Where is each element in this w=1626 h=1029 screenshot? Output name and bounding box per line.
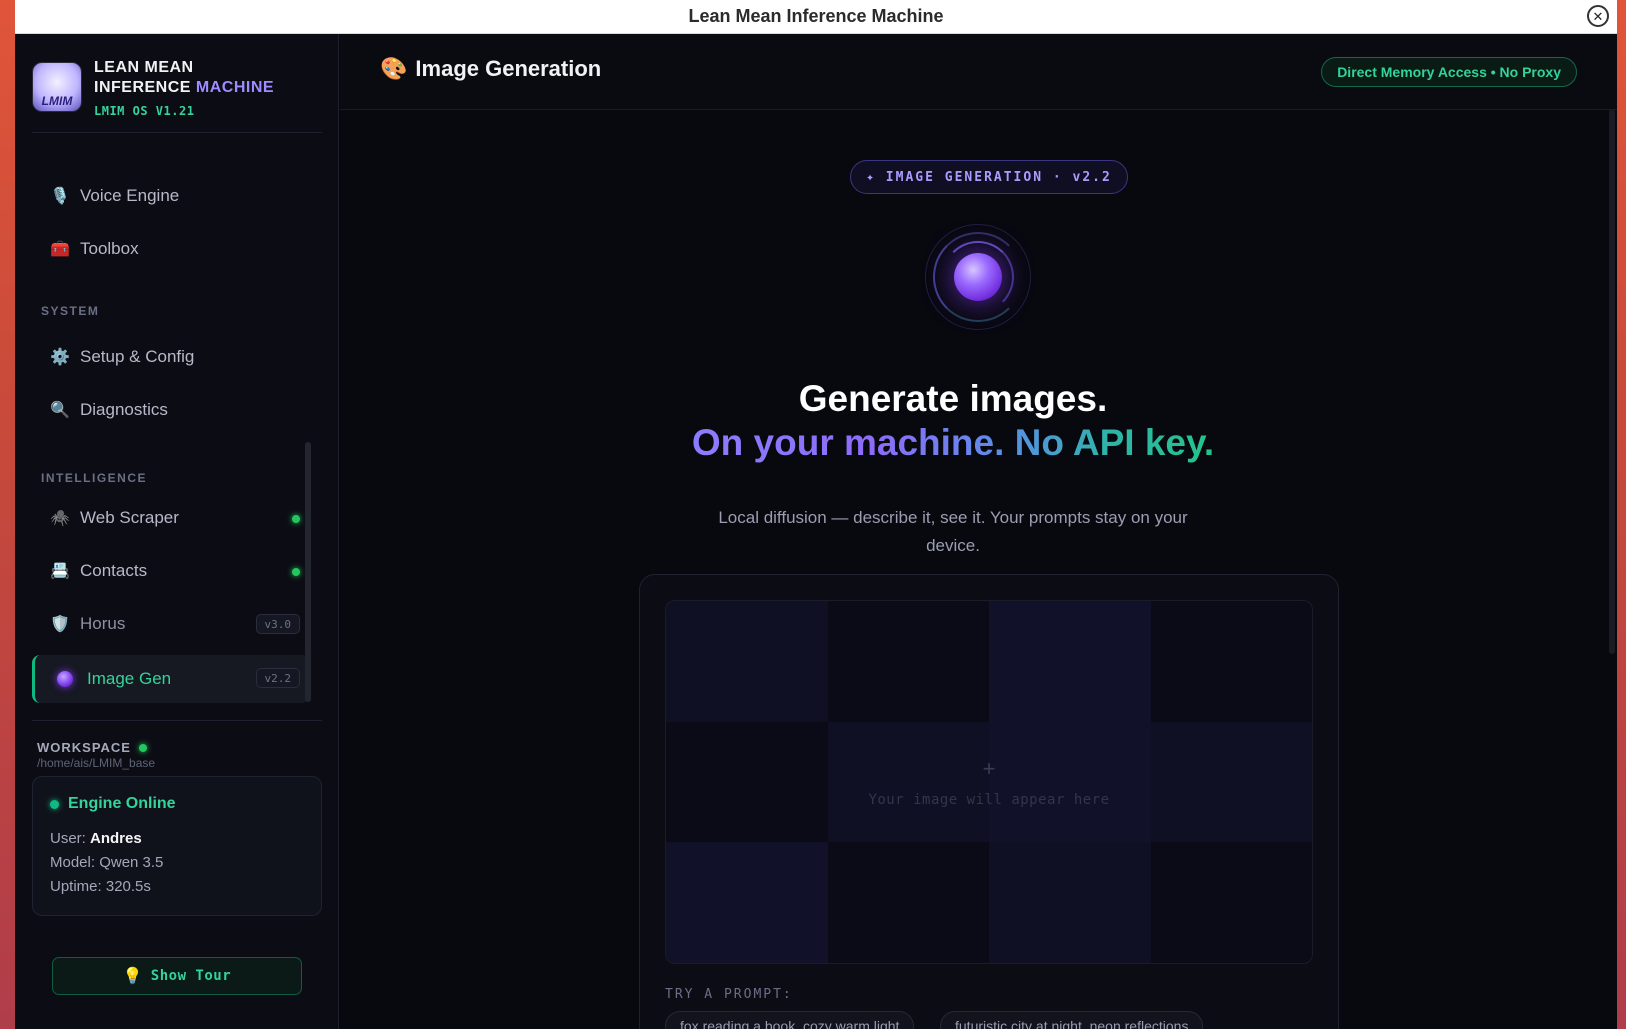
show-tour-button[interactable]: 💡 Show Tour	[52, 957, 302, 995]
workspace-header: WORKSPACE	[37, 740, 147, 755]
window-title: Lean Mean Inference Machine	[688, 6, 944, 26]
main-scrollbar[interactable]	[1609, 109, 1615, 654]
sidebar-item-setup-config[interactable]: ⚙️ Setup & Config	[32, 334, 310, 380]
sidebar-item-voice-engine[interactable]: 🎙️ Voice Engine	[32, 173, 310, 219]
sidebar: LMIM LEAN MEAN INFERENCE MACHINE LMIM OS…	[15, 34, 339, 1029]
headline-gradient: On your machine. No API key.	[691, 422, 1215, 463]
app-logo: LMIM	[32, 62, 82, 112]
sidebar-item-horus[interactable]: 🛡️ Horus v3.0	[32, 601, 310, 647]
hero-badge: ✦ IMAGE GENERATION · v2.2	[850, 160, 1128, 194]
version-badge: v3.0	[255, 614, 300, 634]
plus-icon: +	[982, 756, 996, 781]
logo-text: LMIM	[41, 94, 73, 108]
engine-model: Model: Qwen 3.5	[50, 854, 164, 871]
lightbulb-icon: 💡	[122, 968, 143, 985]
sidebar-scrollbar[interactable]	[305, 442, 311, 702]
brand-line-1: LEAN MEAN	[94, 59, 194, 76]
sidebar-item-contacts[interactable]: 📇 Contacts	[32, 548, 310, 594]
engine-status-dot	[50, 799, 59, 809]
engine-uptime: Uptime: 320.5s	[50, 878, 151, 895]
spider-icon: 🕷️	[50, 510, 70, 527]
engine-status-card: Engine Online User: Andres Model: Qwen 3…	[32, 776, 322, 916]
page-title: 🎨 Image Generation	[380, 56, 602, 81]
toolbox-icon: 🧰	[50, 241, 70, 258]
brand: LMIM LEAN MEAN INFERENCE MACHINE LMIM OS…	[32, 58, 322, 138]
close-button[interactable]: ✕	[1587, 5, 1609, 27]
prompt-chip[interactable]: fox reading a book, cozy warm light	[665, 1011, 915, 1029]
workspace-label: WORKSPACE	[37, 740, 131, 755]
version-badge: v2.2	[255, 668, 300, 688]
contacts-icon: 📇	[50, 563, 70, 580]
section-label-system: SYSTEM	[41, 304, 100, 318]
divider	[32, 132, 322, 133]
prompt-chip[interactable]: futuristic city at night, neon reflectio…	[940, 1011, 1204, 1029]
workspace-status-dot	[138, 743, 147, 752]
dma-badge: Direct Memory Access • No Proxy	[1321, 57, 1577, 87]
try-prompt-label: TRY A PROMPT:	[665, 987, 793, 1002]
workspace-path: /home/ais/LMIM_base	[37, 756, 156, 770]
brand-line-2: INFERENCE MACHINE	[94, 79, 275, 96]
magnifier-icon: 🔍	[50, 402, 70, 419]
status-dot-online	[292, 568, 300, 576]
palette-icon: 🎨	[380, 56, 408, 81]
sidebar-item-web-scraper[interactable]: 🕷️ Web Scraper	[32, 495, 310, 541]
close-icon: ✕	[1592, 8, 1604, 24]
sidebar-item-image-gen[interactable]: Image Gen v2.2	[32, 655, 310, 703]
canvas-placeholder: + Your image will appear here	[665, 600, 1313, 964]
section-label-intelligence: INTELLIGENCE	[41, 471, 148, 485]
shield-icon: 🛡️	[50, 616, 70, 633]
engine-status: Engine Online	[68, 795, 176, 812]
orb-icon	[57, 671, 73, 687]
title-bar: Lean Mean Inference Machine ✕	[15, 0, 1617, 34]
brand-version: LMIM OS V1.21	[94, 104, 195, 118]
microphone-icon: 🎙️	[50, 188, 70, 205]
main-content: 🎨 Image Generation Direct Memory Access …	[340, 34, 1617, 1029]
sidebar-item-diagnostics[interactable]: 🔍 Diagnostics	[32, 387, 310, 433]
status-dot-online	[292, 515, 300, 523]
engine-user: User: Andres	[50, 830, 142, 847]
placeholder-text: Your image will appear here	[868, 792, 1110, 808]
sidebar-item-toolbox[interactable]: 🧰 Toolbox	[32, 226, 310, 272]
top-bar: 🎨 Image Generation Direct Memory Access …	[340, 34, 1617, 110]
divider	[32, 720, 322, 721]
gear-icon: ⚙️	[50, 349, 70, 366]
headline: Generate images.	[798, 378, 1108, 419]
orb-icon	[925, 224, 1031, 330]
app-window: Lean Mean Inference Machine ✕ LMIM LEAN …	[15, 0, 1617, 1029]
subheadline: Local diffusion — describe it, see it. Y…	[718, 508, 1188, 555]
generation-card: + Your image will appear here TRY A PROM…	[639, 574, 1339, 1029]
